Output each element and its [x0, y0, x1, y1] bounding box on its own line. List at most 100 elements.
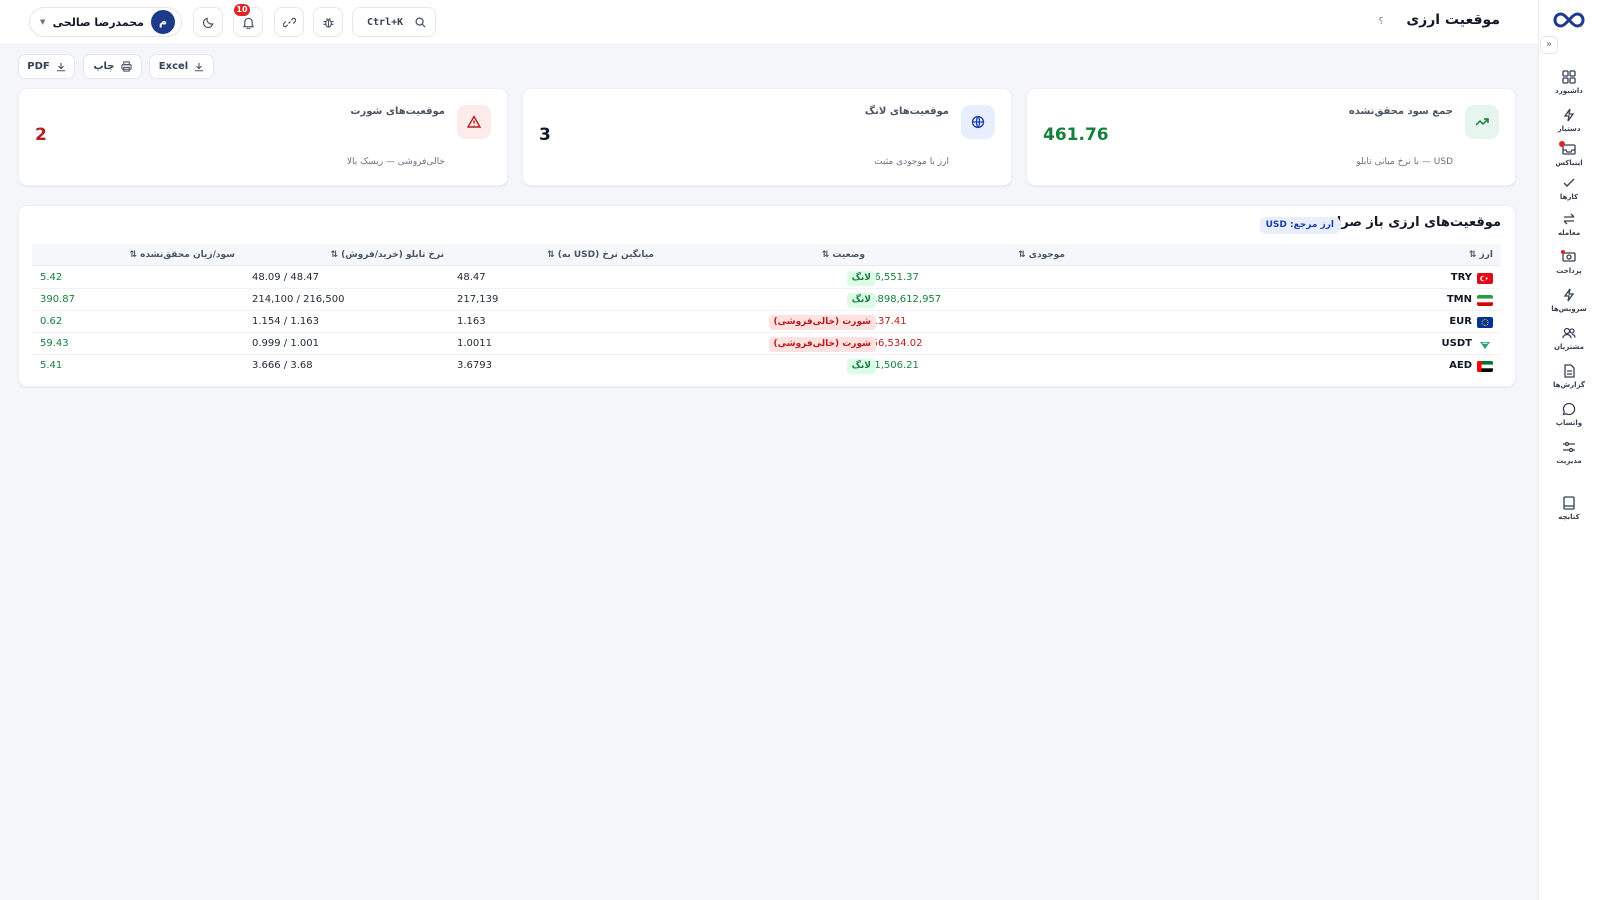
tether-diamond-icon	[1480, 341, 1490, 349]
table-row[interactable]: TMN 9,898,612,957 لانگ 217,139 214,100 /…	[32, 289, 1501, 311]
currency-cell: AED	[1449, 355, 1493, 377]
book-icon	[1563, 495, 1575, 510]
bell-icon	[242, 17, 254, 29]
export-pdf-button[interactable]: PDF	[18, 54, 75, 79]
help-icon[interactable]: ؟	[1374, 15, 1388, 29]
sidebar-item-label: مدیریت	[1556, 456, 1582, 465]
warning-icon	[457, 105, 491, 139]
currency-cell: EUR	[1449, 311, 1493, 333]
currency-cell: TRY	[1451, 267, 1493, 289]
status-badge: شورت (خالی‌فروشی)	[768, 315, 876, 330]
unread-dot	[1559, 141, 1565, 147]
bug-report-button[interactable]	[313, 7, 343, 37]
column-board-rate[interactable]: نرخ تابلو (خرید/فروش) ⇅	[330, 244, 444, 266]
balance-cell: -56,534.02	[868, 338, 923, 349]
board-rate-cell: 48.09 / 48.47	[252, 272, 319, 283]
link-icon	[282, 17, 296, 27]
sliders-icon	[1563, 441, 1575, 452]
infinity-logo-icon[interactable]	[1551, 8, 1587, 32]
column-currency[interactable]: ارز ⇅	[1469, 244, 1493, 266]
sidebar-item-label: کتابچه	[1558, 512, 1580, 521]
dark-mode-toggle[interactable]	[193, 7, 223, 37]
sidebar-item-whatsapp[interactable]: واتساپ	[1542, 396, 1596, 432]
double-chevron-icon: »	[1545, 39, 1553, 50]
sidebar-item-admin[interactable]: مدیریت	[1542, 434, 1596, 470]
card-value: 461.76	[1043, 125, 1109, 145]
sidebar-item-tasks[interactable]: کارها	[1542, 170, 1596, 206]
search-shortcut: Ctrl+K	[367, 16, 404, 28]
moon-icon	[202, 17, 213, 28]
unrealized-profit-card: جمع سود محقق‌نشده 461.76 USD — با نرخ می…	[1026, 88, 1516, 186]
sidebar-item-label: اینباکس	[1555, 158, 1583, 167]
avatar: م	[151, 10, 175, 34]
card-title: موقعیت‌های شورت	[350, 106, 445, 117]
export-excel-button[interactable]: Excel	[149, 54, 214, 79]
status-badge: لانگ	[846, 359, 876, 374]
top-bar: موقعیت ارزی ؟ Ctrl+K 10 ▼ محمدرضا صالحی …	[0, 0, 1538, 45]
dashboard-icon	[1562, 69, 1576, 84]
sidebar-item-reports[interactable]: گزارش‌ها	[1542, 358, 1596, 394]
column-avg-rate[interactable]: میانگین نرخ (USD به) ⇅	[547, 244, 654, 266]
print-label: چاپ	[93, 61, 115, 72]
sidebar-item-label: گزارش‌ها	[1553, 380, 1585, 389]
table-row[interactable]: EUR -137.41 شورت (خالی‌فروشی) 1.163 1.15…	[32, 311, 1501, 333]
column-status[interactable]: وضعیت ⇅	[822, 244, 865, 266]
table-row[interactable]: AED 11,506.21 لانگ 3.6793 3.666 / 3.68 5…	[32, 355, 1501, 377]
currency-code: EUR	[1449, 316, 1472, 327]
printer-icon	[120, 61, 132, 72]
column-balance[interactable]: موجودی ⇅	[1018, 244, 1065, 266]
sidebar-item-customers[interactable]: مشتریان	[1542, 320, 1596, 356]
lightning-icon	[1563, 288, 1575, 301]
eu-flag-icon	[1477, 316, 1493, 328]
sidebar-item-label: دستیار	[1557, 124, 1581, 133]
board-rate-cell: 3.666 / 3.68	[252, 360, 313, 371]
card-subtitle: خالی‌فروشی — ریسک بالا	[346, 157, 445, 167]
iran-flag-icon	[1477, 294, 1493, 306]
export-pdf-label: PDF	[27, 61, 50, 72]
link-button[interactable]	[274, 7, 304, 37]
lightning-icon	[1563, 108, 1575, 121]
status-badge: شورت (خالی‌فروشی)	[768, 337, 876, 352]
sidebar-item-label: مشتریان	[1554, 342, 1584, 351]
long-positions-card: موقعیت‌های لانگ 3 ارز با موجودی مثبت	[522, 88, 1012, 186]
sidebar-item-assistant[interactable]: دستیار	[1542, 102, 1596, 138]
currency-cell: USDT	[1442, 333, 1493, 355]
download-icon	[195, 62, 204, 71]
avg-rate-cell: 3.6793	[457, 360, 492, 371]
sidebar-item-trade[interactable]: معامله	[1542, 206, 1596, 242]
card-value: 2	[35, 125, 47, 145]
sidebar-item-label: معامله	[1557, 228, 1581, 237]
sidebar-item-handbook[interactable]: کتابچه	[1542, 490, 1596, 526]
user-name: محمدرضا صالحی	[52, 15, 144, 29]
status-badge: لانگ	[846, 271, 876, 286]
search-button[interactable]: Ctrl+K	[352, 7, 436, 37]
currency-code: TRY	[1450, 272, 1472, 283]
notifications-badge: 10	[234, 4, 250, 16]
pnl-cell: 5.42	[40, 272, 63, 283]
sidebar-item-label: واتساپ	[1555, 418, 1583, 427]
sidebar-item-inbox[interactable]: اینباکس	[1542, 136, 1596, 172]
reference-currency-badge: ارز مرجع: USD	[1259, 217, 1340, 234]
table-header: ارز ⇅ موجودی ⇅ وضعیت ⇅ میانگین نرخ (USD …	[32, 244, 1501, 266]
sidebar-item-dashboard[interactable]: داشبورد	[1542, 64, 1596, 100]
user-menu-button[interactable]: ▼ محمدرضا صالحی م	[29, 7, 182, 37]
avg-rate-cell: 1.163	[457, 316, 486, 327]
export-excel-label: Excel	[158, 61, 189, 72]
table-row[interactable]: USDT -56,534.02 شورت (خالی‌فروشی) 1.0011…	[32, 333, 1501, 355]
positions-table-card: موقعیت‌های ارزی باز صرافی ارز مرجع: USD …	[18, 205, 1516, 387]
avg-rate-cell: 48.47	[457, 272, 486, 283]
card-title: موقعیت‌های لانگ	[864, 106, 949, 117]
column-unrealized-pnl[interactable]: سود/زیان محقق‌نشده ⇅	[129, 244, 235, 266]
notifications-button[interactable]: 10	[233, 4, 263, 37]
pnl-cell: 59.43	[40, 338, 69, 349]
sidebar-item-label: کارها	[1559, 192, 1579, 201]
collapse-sidebar-button[interactable]: »	[1540, 36, 1558, 54]
sidebar-item-services[interactable]: سرویس‌ها	[1542, 282, 1596, 318]
sidebar-item-payment[interactable]: پرداخت	[1542, 244, 1596, 280]
print-button[interactable]: چاپ	[83, 54, 142, 79]
swap-icon	[1563, 213, 1575, 224]
table-row[interactable]: TRY 66,551.37 لانگ 48.47 48.09 / 48.47 5…	[32, 267, 1501, 289]
avg-rate-cell: 217,139	[457, 294, 499, 305]
board-rate-cell: 0.999 / 1.001	[252, 338, 319, 349]
users-icon	[1562, 327, 1576, 338]
